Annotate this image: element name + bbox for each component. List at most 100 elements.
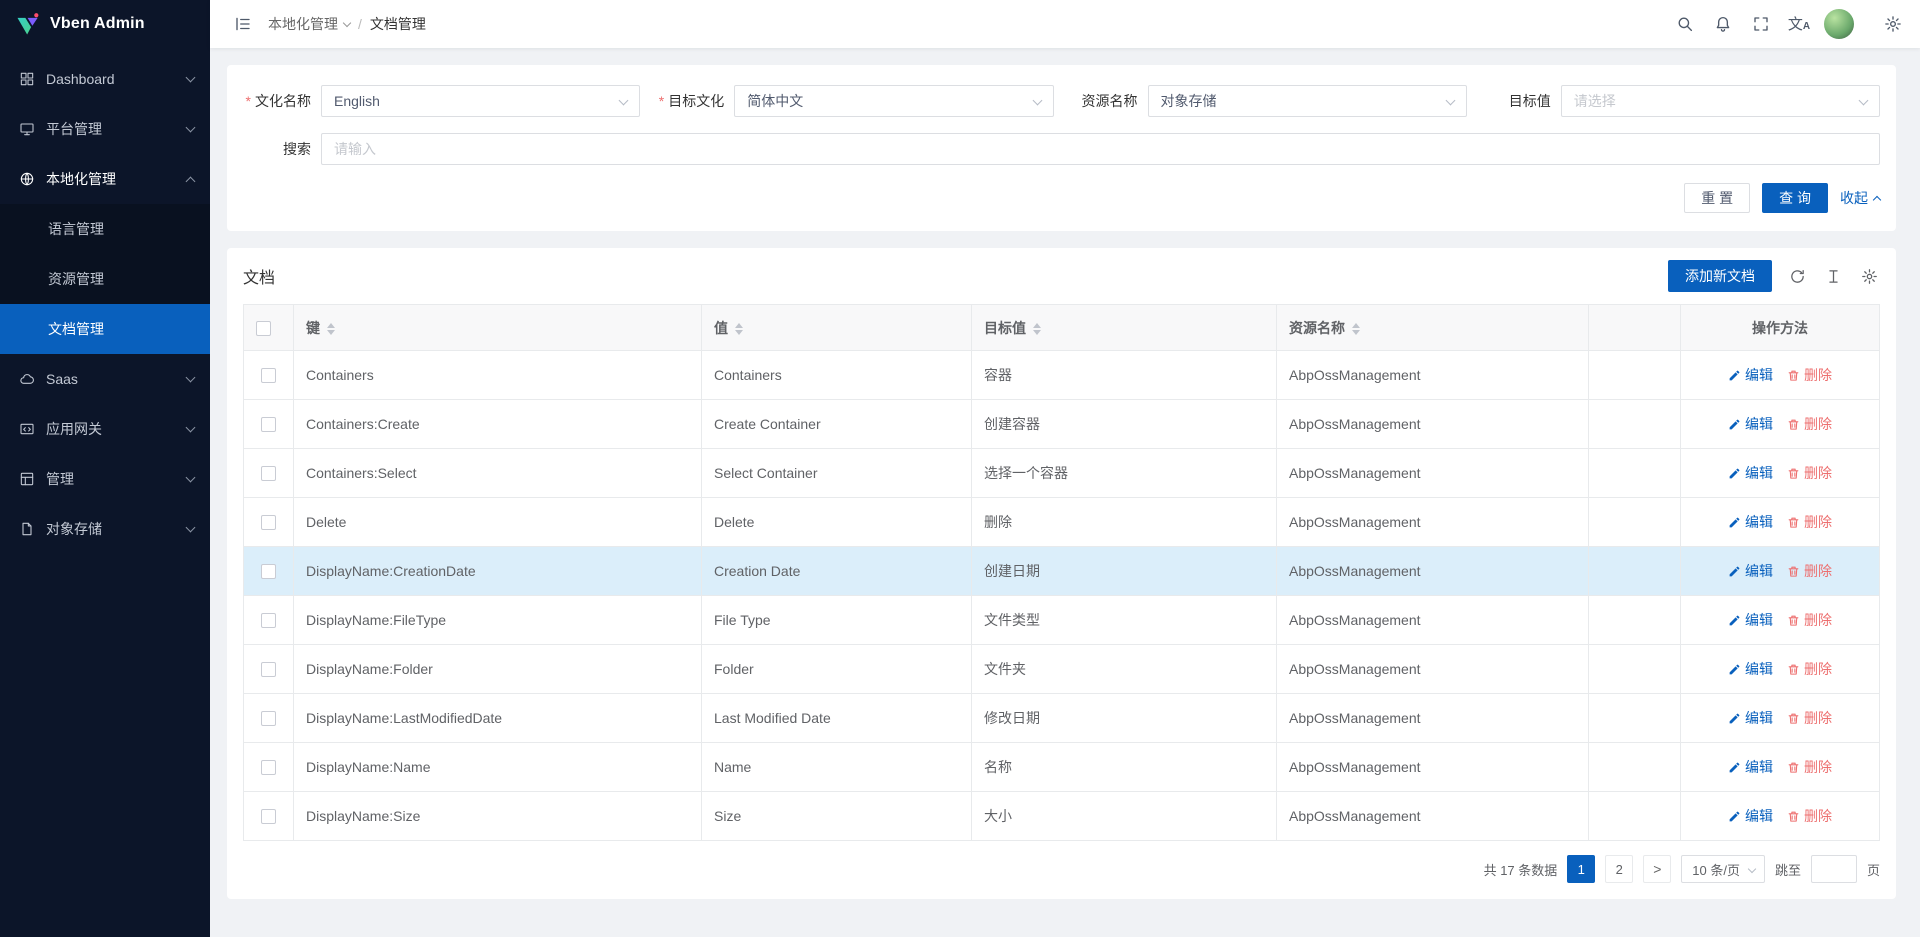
admin-icon xyxy=(18,470,36,488)
row-checkbox[interactable] xyxy=(261,760,276,775)
row-checkbox[interactable] xyxy=(261,613,276,628)
delete-link[interactable]: 删除 xyxy=(1787,561,1832,581)
sidebar-item-object-storage[interactable]: 对象存储 xyxy=(0,504,210,554)
edit-link[interactable]: 编辑 xyxy=(1728,659,1773,679)
search-icon[interactable] xyxy=(1666,0,1704,48)
cell-spacer xyxy=(1589,498,1681,547)
form-item-target-culture: 目标文化 简体中文 xyxy=(656,85,1053,117)
breadcrumb-parent[interactable]: 本地化管理 xyxy=(268,14,350,34)
reset-button[interactable]: 重 置 xyxy=(1684,183,1750,213)
column-header-resource[interactable]: 资源名称 xyxy=(1277,305,1589,351)
page-button-1[interactable]: 1 xyxy=(1567,855,1595,883)
cell-spacer xyxy=(1589,645,1681,694)
chevron-down-icon xyxy=(186,123,196,133)
avatar[interactable] xyxy=(1824,9,1854,39)
main-content: 文化名称 English 目标文化 简体中文 xyxy=(210,48,1920,937)
edit-link[interactable]: 编辑 xyxy=(1728,463,1773,483)
jump-page-input[interactable] xyxy=(1811,855,1857,883)
fullscreen-icon[interactable] xyxy=(1742,0,1780,48)
delete-link[interactable]: 删除 xyxy=(1787,708,1832,728)
chevron-down-icon xyxy=(186,523,196,533)
resource-name-select[interactable]: 对象存储 xyxy=(1148,85,1467,117)
row-checkbox[interactable] xyxy=(261,662,276,677)
query-button[interactable]: 查 询 xyxy=(1762,183,1828,213)
sort-icon[interactable] xyxy=(1033,323,1041,335)
sidebar-item-label: 资源管理 xyxy=(48,269,104,289)
sidebar-item-gateway[interactable]: 应用网关 xyxy=(0,404,210,454)
table-row: Containers:CreateCreate Container创建容器Abp… xyxy=(244,400,1880,449)
translate-icon[interactable]: 文A xyxy=(1780,0,1818,48)
sidebar-item-language-management[interactable]: 语言管理 xyxy=(0,204,210,254)
table-settings-gear-icon[interactable] xyxy=(1858,265,1880,287)
cell-value: Containers xyxy=(702,351,972,400)
bell-icon[interactable] xyxy=(1704,0,1742,48)
row-checkbox[interactable] xyxy=(261,564,276,579)
culture-name-label: 文化名称 xyxy=(243,91,321,111)
row-checkbox[interactable] xyxy=(261,368,276,383)
header-actions: 文A xyxy=(1666,0,1912,48)
form-item-target-value: 目标值 请选择 xyxy=(1483,85,1880,117)
cell-resource: AbpOssManagement xyxy=(1277,694,1589,743)
delete-link[interactable]: 删除 xyxy=(1787,659,1832,679)
page-button-2[interactable]: 2 xyxy=(1605,855,1633,883)
delete-link[interactable]: 删除 xyxy=(1787,757,1832,777)
culture-name-select[interactable]: English xyxy=(321,85,640,117)
search-input[interactable] xyxy=(321,133,1880,165)
sort-icon[interactable] xyxy=(327,323,335,335)
sidebar-item-dashboard[interactable]: Dashboard xyxy=(0,54,210,104)
column-height-icon[interactable] xyxy=(1822,265,1844,287)
delete-link[interactable]: 删除 xyxy=(1787,414,1832,434)
cell-spacer xyxy=(1589,792,1681,841)
sidebar-item-localization[interactable]: 本地化管理 xyxy=(0,154,210,204)
cell-spacer xyxy=(1589,694,1681,743)
next-page-button[interactable]: > xyxy=(1643,855,1671,883)
column-header-target[interactable]: 目标值 xyxy=(972,305,1277,351)
delete-link[interactable]: 删除 xyxy=(1787,365,1832,385)
row-checkbox[interactable] xyxy=(261,711,276,726)
edit-link[interactable]: 编辑 xyxy=(1728,708,1773,728)
column-header-value[interactable]: 值 xyxy=(702,305,972,351)
target-culture-select[interactable]: 简体中文 xyxy=(734,85,1053,117)
collapse-toggle[interactable]: 收起 xyxy=(1840,188,1880,208)
chevron-down-icon xyxy=(186,73,196,83)
target-value-select[interactable]: 请选择 xyxy=(1561,85,1880,117)
row-checkbox[interactable] xyxy=(261,809,276,824)
edit-link[interactable]: 编辑 xyxy=(1728,365,1773,385)
sidebar-item-saas[interactable]: Saas xyxy=(0,354,210,404)
edit-link[interactable]: 编辑 xyxy=(1728,561,1773,581)
sidebar-item-admin[interactable]: 管理 xyxy=(0,454,210,504)
row-checkbox[interactable] xyxy=(261,417,276,432)
column-header-key[interactable]: 键 xyxy=(294,305,702,351)
settings-gear-icon[interactable] xyxy=(1874,0,1912,48)
edit-link[interactable]: 编辑 xyxy=(1728,512,1773,532)
sidebar-item-resource-management[interactable]: 资源管理 xyxy=(0,254,210,304)
cell-key: Containers:Create xyxy=(294,400,702,449)
menu-fold-icon[interactable] xyxy=(226,7,260,41)
sidebar-item-document-management[interactable]: 文档管理 xyxy=(0,304,210,354)
storage-icon xyxy=(18,520,36,538)
chevron-up-icon xyxy=(186,176,196,186)
cell-resource: AbpOssManagement xyxy=(1277,400,1589,449)
sidebar-item-platform[interactable]: 平台管理 xyxy=(0,104,210,154)
edit-link[interactable]: 编辑 xyxy=(1728,610,1773,630)
delete-link[interactable]: 删除 xyxy=(1787,512,1832,532)
logo[interactable]: Vben Admin xyxy=(0,0,210,48)
edit-link[interactable]: 编辑 xyxy=(1728,757,1773,777)
page-size-select[interactable]: 10 条/页 xyxy=(1681,855,1765,883)
saas-icon xyxy=(18,370,36,388)
row-checkbox[interactable] xyxy=(261,466,276,481)
row-checkbox[interactable] xyxy=(261,515,276,530)
select-all-checkbox[interactable] xyxy=(256,321,271,336)
delete-link[interactable]: 删除 xyxy=(1787,463,1832,483)
add-document-button[interactable]: 添加新文档 xyxy=(1668,260,1772,292)
sort-icon[interactable] xyxy=(735,323,743,335)
app-root: Vben Admin Dashboard 平台管理 xyxy=(0,0,1920,937)
edit-link[interactable]: 编辑 xyxy=(1728,414,1773,434)
chevron-down-icon xyxy=(186,373,196,383)
refresh-icon[interactable] xyxy=(1786,265,1808,287)
sort-icon[interactable] xyxy=(1352,323,1360,335)
cell-key: Delete xyxy=(294,498,702,547)
delete-link[interactable]: 删除 xyxy=(1787,806,1832,826)
edit-link[interactable]: 编辑 xyxy=(1728,806,1773,826)
delete-link[interactable]: 删除 xyxy=(1787,610,1832,630)
